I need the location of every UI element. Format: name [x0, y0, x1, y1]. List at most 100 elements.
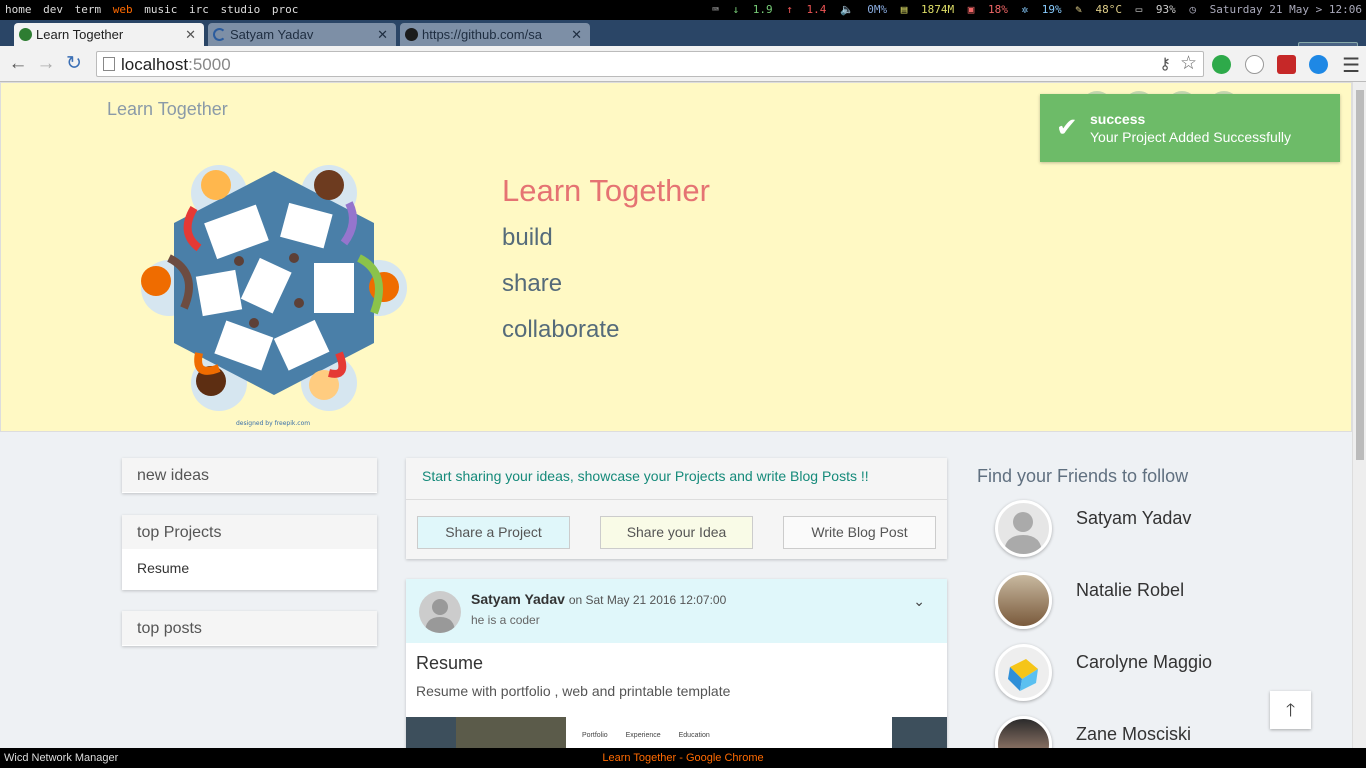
toast-title: success	[1090, 111, 1146, 127]
net-up-value: 1.4	[806, 3, 827, 16]
extension-icon[interactable]	[1245, 55, 1264, 74]
default-avatar-icon	[425, 599, 455, 633]
share-idea-button[interactable]: Share your Idea	[600, 516, 753, 549]
avatar[interactable]	[995, 500, 1052, 557]
preview-page: Portfolio Experience Education	[566, 717, 892, 748]
reload-icon[interactable]: ↻	[62, 52, 86, 76]
page-icon	[103, 57, 115, 71]
hamburger-menu-icon[interactable]: ☰	[1342, 53, 1360, 78]
close-tab-icon[interactable]: ✕	[185, 23, 196, 46]
extension-icon[interactable]	[1277, 55, 1296, 74]
project-post-card: Satyam Yadav on Sat May 21 2016 12:07:00…	[406, 579, 947, 748]
friend-name[interactable]: Satyam Yadav	[1076, 508, 1191, 529]
post-date: on Sat May 21 2016 12:07:00	[568, 593, 727, 607]
url-host: localhost	[121, 55, 189, 74]
close-tab-icon[interactable]: ✕	[571, 23, 582, 46]
avatar[interactable]	[419, 591, 461, 633]
write-blog-post-button[interactable]: Write Blog Post	[783, 516, 936, 549]
forward-arrow-icon[interactable]: →	[34, 52, 58, 76]
workspace-irc[interactable]: irc	[189, 0, 209, 20]
top-projects-card: top Projects Resume	[122, 515, 377, 590]
fan-value: 19%	[1041, 3, 1062, 16]
friends-heading: Find your Friends to follow	[977, 466, 1189, 486]
extension-icon[interactable]	[1212, 55, 1231, 74]
window-title: Learn Together - Google Chrome	[602, 752, 764, 764]
hero-title: Learn Together	[502, 173, 710, 208]
wm-status-bar: Wicd Network Manager Learn Together - Go…	[0, 748, 1366, 768]
friend-name[interactable]: Zane Mosciski	[1076, 724, 1191, 745]
post-author-line: Satyam Yadav on Sat May 21 2016 12:07:00	[471, 591, 726, 607]
url-port: :5000	[188, 55, 231, 74]
workspace-term[interactable]: term	[75, 0, 102, 20]
cpu-value: 18%	[988, 3, 1008, 16]
brand-logo[interactable]: Learn Together	[107, 99, 228, 120]
top-project-item[interactable]: Resume	[122, 549, 377, 587]
address-bar[interactable]: localhost:5000 ⚷ ☆	[96, 51, 1204, 77]
post-author-bio: he is a coder	[471, 613, 540, 627]
tab-github[interactable]: https://github.com/sa ✕	[400, 23, 590, 46]
arrow-up-icon: 🡑	[1285, 700, 1296, 720]
friend-item[interactable]: Satyam Yadav	[995, 500, 1295, 560]
loading-spinner-icon	[213, 28, 226, 41]
page-scrollbar[interactable]	[1352, 82, 1366, 748]
back-arrow-icon[interactable]: ←	[6, 52, 30, 76]
browser-tab-strip: Learn Together ✕ Satyam Yadav ✕ https://…	[0, 20, 1366, 62]
preview-portrait	[456, 717, 566, 748]
tagline-build: build	[502, 224, 553, 251]
tab-learn-together[interactable]: Learn Together ✕	[14, 23, 204, 46]
chevron-down-icon[interactable]: ⌄	[913, 593, 925, 610]
tagline-share: share	[502, 270, 563, 297]
divider	[406, 499, 947, 500]
post-author[interactable]: Satyam Yadav	[471, 591, 565, 607]
workspace-music[interactable]: music	[144, 0, 177, 20]
post-title[interactable]: Resume	[416, 653, 483, 674]
cube-logo-icon	[1008, 659, 1038, 691]
freepik-credit: designed by freepik.com	[236, 420, 310, 427]
scrollbar-thumb[interactable]	[1356, 90, 1364, 460]
team-illustration: designed by freepik.com	[141, 165, 407, 427]
share-project-button[interactable]: Share a Project	[417, 516, 570, 549]
extension-icon[interactable]	[1309, 55, 1328, 74]
avatar[interactable]	[995, 716, 1052, 748]
workspace-home[interactable]: home	[5, 0, 32, 20]
share-intro-text: Start sharing your ideas, showcase your …	[422, 468, 869, 484]
friend-name[interactable]: Natalie Robel	[1076, 580, 1184, 601]
workspace-dev[interactable]: dev	[43, 0, 63, 20]
top-projects-heading[interactable]: top Projects	[122, 515, 377, 549]
battery-value: 93%	[1155, 3, 1176, 16]
close-tab-icon[interactable]: ✕	[377, 23, 388, 46]
success-toast[interactable]: ✔ success Your Project Added Successfull…	[1040, 94, 1340, 162]
workspace-web[interactable]: web	[113, 0, 133, 20]
share-card: Start sharing your ideas, showcase your …	[406, 458, 947, 559]
toast-message: Your Project Added Successfully	[1090, 129, 1292, 145]
tab-satyam-yadav[interactable]: Satyam Yadav ✕	[208, 23, 396, 46]
avatar[interactable]	[995, 644, 1052, 701]
top-posts-heading[interactable]: top posts	[122, 611, 377, 645]
github-icon	[405, 28, 418, 41]
scroll-to-top-button[interactable]: 🡑	[1270, 691, 1311, 729]
datetime-value: Saturday 21 May > 12:06	[1209, 3, 1362, 16]
post-description: Resume with portfolio , web and printabl…	[416, 683, 731, 699]
friend-item[interactable]: Carolyne Maggio	[995, 644, 1295, 704]
new-ideas-heading[interactable]: new ideas	[122, 458, 377, 492]
post-preview-image[interactable]: Portfolio Experience Education	[406, 717, 947, 748]
workspace-studio[interactable]: studio	[221, 0, 261, 20]
post-header: Satyam Yadav on Sat May 21 2016 12:07:00…	[406, 579, 947, 643]
preview-tab: Education	[678, 732, 710, 739]
net-down-value: 1.9	[752, 3, 773, 16]
star-icon[interactable]: ☆	[1180, 52, 1197, 75]
avatar[interactable]	[995, 572, 1052, 629]
default-avatar-icon	[1004, 512, 1042, 554]
friend-name[interactable]: Carolyne Maggio	[1076, 652, 1212, 673]
favicon-icon	[19, 28, 32, 41]
friend-item[interactable]: Zane Mosciski	[995, 716, 1295, 748]
page-viewport: Learn Together ⌕ + ● ≡	[0, 82, 1352, 748]
tab-label: https://github.com/sa	[422, 27, 542, 42]
top-posts-card: top posts	[122, 611, 377, 646]
tagline-collaborate: collaborate	[502, 316, 620, 343]
friend-item[interactable]: Natalie Robel	[995, 572, 1295, 632]
system-stats: ⌨ ↓ 1.9 ↑ 1.4 🔈 0M% ▤ 1874M ▣ 18% ✲ 19% …	[712, 3, 1362, 16]
key-icon[interactable]: ⚷	[1159, 54, 1171, 74]
url-text: localhost:5000	[121, 55, 231, 75]
workspace-proc[interactable]: proc	[272, 0, 299, 20]
